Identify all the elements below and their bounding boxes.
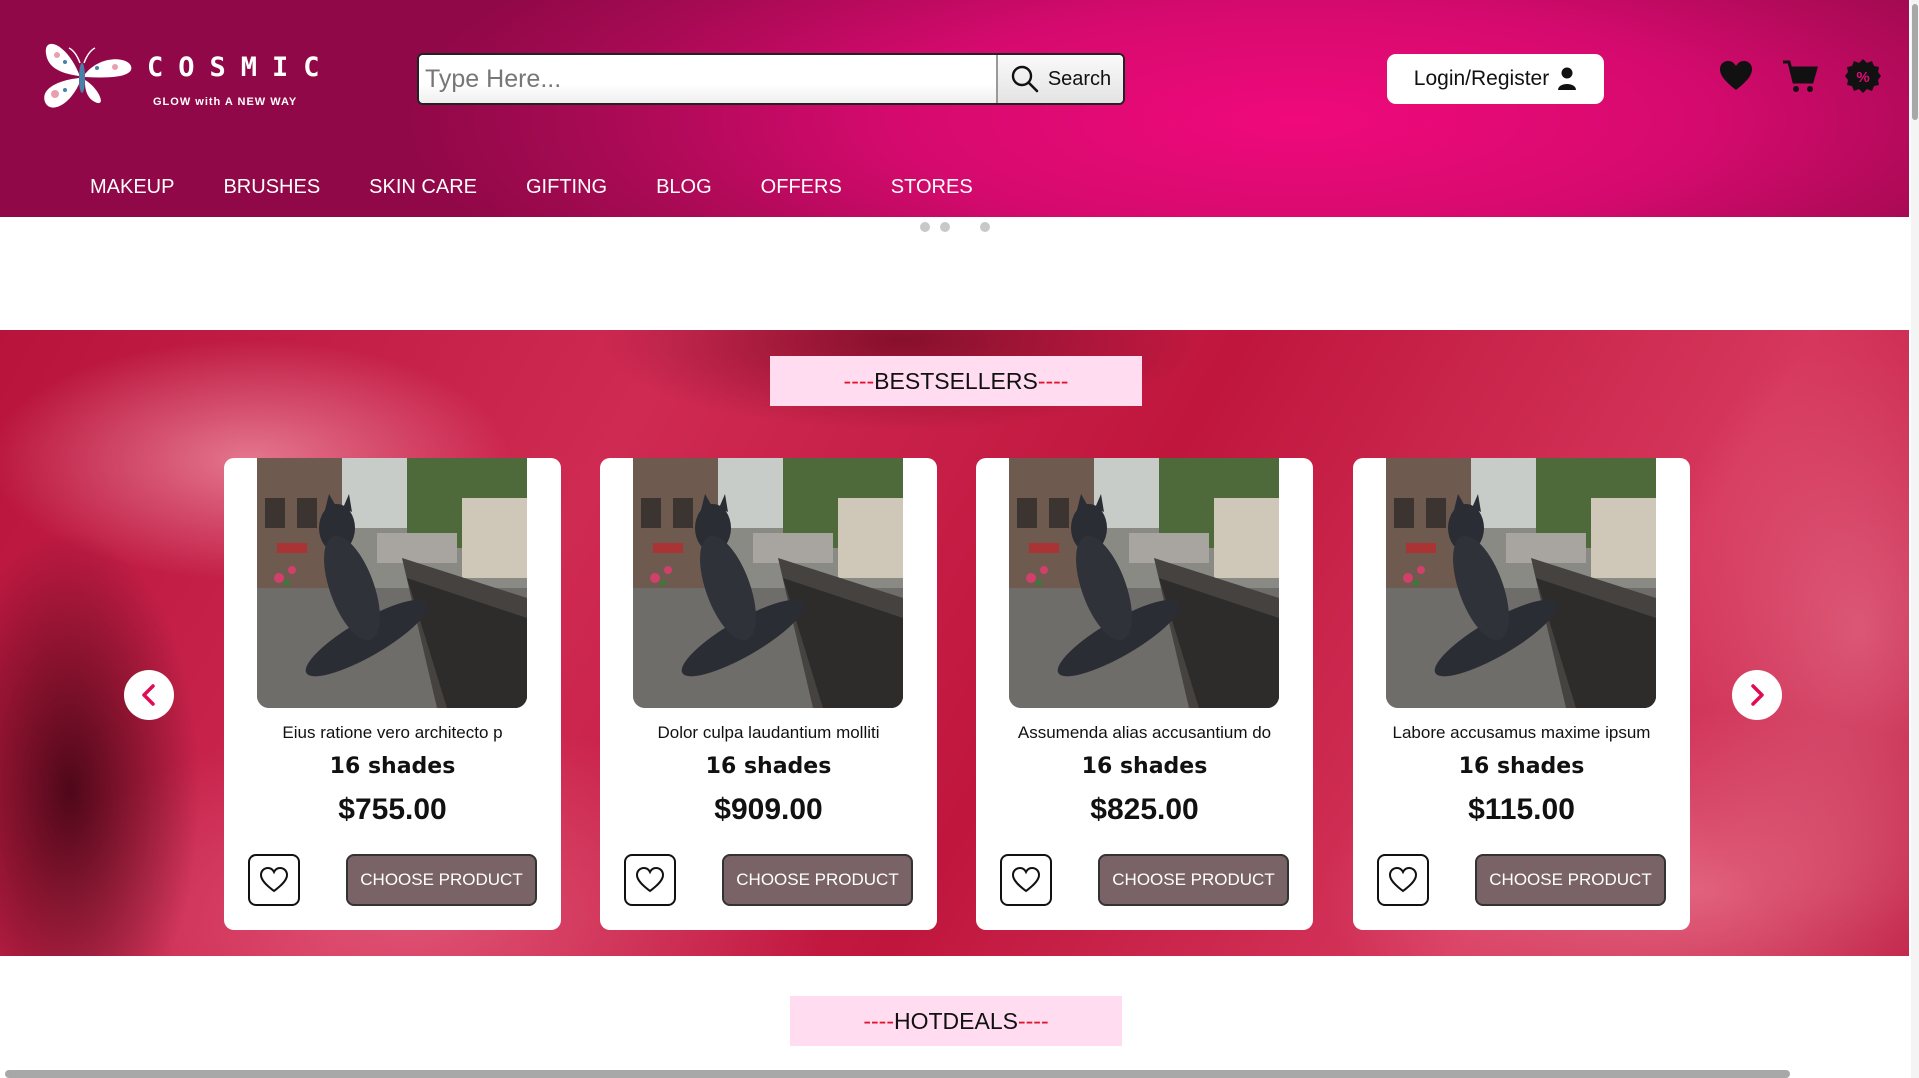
add-to-wishlist-button[interactable] <box>1377 854 1429 906</box>
search-button-label: Search <box>1047 67 1112 90</box>
carousel-dot[interactable] <box>940 222 950 232</box>
product-card: Dolor culpa laudantium molliti 16 shades… <box>600 458 937 930</box>
add-to-wishlist-button[interactable] <box>1000 854 1052 906</box>
svg-text:%: % <box>1856 69 1869 86</box>
product-name[interactable]: Labore accusamus maxime ipsum <box>1353 723 1690 743</box>
product-image[interactable] <box>1386 458 1656 708</box>
cat-statue-photo <box>1009 458 1279 708</box>
product-image[interactable] <box>257 458 527 708</box>
hotdeals-title: ---- HOTDEALS ---- <box>790 996 1122 1046</box>
brand-logo[interactable]: COSMIC GLOW with A NEW WAY <box>35 30 320 125</box>
title-text: BESTSELLERS <box>874 367 1038 394</box>
choose-product-button[interactable]: CHOOSE PRODUCT <box>1098 854 1289 906</box>
cat-statue-photo <box>633 458 903 708</box>
title-dash-right: ---- <box>1037 367 1069 394</box>
nav-item-offers[interactable]: OFFERS <box>761 176 842 199</box>
product-card: Assumenda alias accusantium do 16 shades… <box>976 458 1313 930</box>
nav-item-brushes[interactable]: BRUSHES <box>223 176 320 199</box>
cart-button[interactable] <box>1781 58 1818 94</box>
title-dash-left: ---- <box>863 1007 894 1034</box>
carousel-dots <box>0 222 1919 232</box>
bestsellers-section: ---- BESTSELLERS ---- Eius ratione vero … <box>0 330 1909 956</box>
offers-badge-button[interactable]: % <box>1845 58 1881 94</box>
title-dash-left: ---- <box>843 367 875 394</box>
chevron-right-icon <box>1751 684 1764 706</box>
vertical-scrollbar-thumb[interactable] <box>1912 4 1918 120</box>
bestsellers-title: ---- BESTSELLERS ---- <box>770 356 1142 406</box>
search-input[interactable] <box>419 55 996 103</box>
product-card: Labore accusamus maxime ipsum 16 shades … <box>1353 458 1690 930</box>
carousel-next-button[interactable] <box>1732 670 1782 720</box>
product-name[interactable]: Eius ratione vero architecto p <box>224 723 561 743</box>
title-text: HOTDEALS <box>894 1007 1018 1034</box>
product-image[interactable] <box>633 458 903 708</box>
product-image[interactable] <box>1009 458 1279 708</box>
vertical-scrollbar-track <box>1911 0 1919 1078</box>
choose-product-button[interactable]: CHOOSE PRODUCT <box>1475 854 1666 906</box>
heart-icon <box>1720 61 1752 90</box>
nav-item-skin-care[interactable]: SKIN CARE <box>369 176 477 199</box>
choose-product-button[interactable]: CHOOSE PRODUCT <box>722 854 913 906</box>
login-register-label: Login/Register <box>1413 67 1550 90</box>
discount-badge-icon: % <box>1845 59 1881 93</box>
product-shades: 16 shades <box>1081 754 1208 779</box>
heart-outline-icon <box>1388 866 1418 893</box>
login-register-button[interactable]: Login/Register <box>1387 54 1604 104</box>
carousel-prev-button[interactable] <box>124 670 174 720</box>
choose-product-button[interactable]: CHOOSE PRODUCT <box>346 854 537 906</box>
cat-statue-photo <box>1386 458 1656 708</box>
page: COSMIC GLOW with A NEW WAY Search Login/… <box>0 0 1919 1078</box>
product-card: Eius ratione vero architecto p 16 shades… <box>224 458 561 930</box>
user-icon <box>1558 67 1577 90</box>
nav-item-gifting[interactable]: GIFTING <box>526 176 607 199</box>
product-name[interactable]: Assumenda alias accusantium do <box>976 723 1313 743</box>
add-to-wishlist-button[interactable] <box>248 854 300 906</box>
product-shades: 16 shades <box>705 754 832 779</box>
title-dash-right: ---- <box>1017 1007 1049 1034</box>
heart-outline-icon <box>259 866 289 893</box>
product-shades: 16 shades <box>329 754 456 779</box>
search-bar: Search <box>417 53 1125 105</box>
nav-item-blog[interactable]: BLOG <box>656 176 712 199</box>
wishlist-heart-icon[interactable] <box>1718 58 1754 94</box>
cat-statue-photo <box>257 458 527 708</box>
brand-name: COSMIC <box>147 52 335 83</box>
brand-tagline: GLOW with A NEW WAY <box>153 96 298 108</box>
search-icon <box>1011 65 1039 93</box>
product-shades: 16 shades <box>1458 754 1585 779</box>
butterfly-icon <box>44 43 132 108</box>
search-button[interactable]: Search <box>996 55 1123 103</box>
heart-outline-icon <box>1011 866 1041 893</box>
product-price: $909.00 <box>714 793 823 826</box>
nav-item-stores[interactable]: STORES <box>891 176 973 199</box>
site-header: COSMIC GLOW with A NEW WAY Search Login/… <box>0 0 1909 217</box>
horizontal-scrollbar[interactable] <box>5 1070 1790 1078</box>
chevron-left-icon <box>142 684 155 706</box>
product-price: $755.00 <box>338 793 447 826</box>
add-to-wishlist-button[interactable] <box>624 854 676 906</box>
cart-icon <box>1783 60 1818 92</box>
product-price: $115.00 <box>1468 793 1575 826</box>
carousel-dot[interactable] <box>920 222 930 232</box>
product-price: $825.00 <box>1090 793 1199 826</box>
nav-item-makeup[interactable]: MAKEUP <box>90 176 174 199</box>
carousel-dot[interactable] <box>980 222 990 232</box>
heart-outline-icon <box>635 866 665 893</box>
main-nav: MAKEUP BRUSHES SKIN CARE GIFTING BLOG OF… <box>90 176 1022 199</box>
product-name[interactable]: Dolor culpa laudantium molliti <box>600 723 937 743</box>
